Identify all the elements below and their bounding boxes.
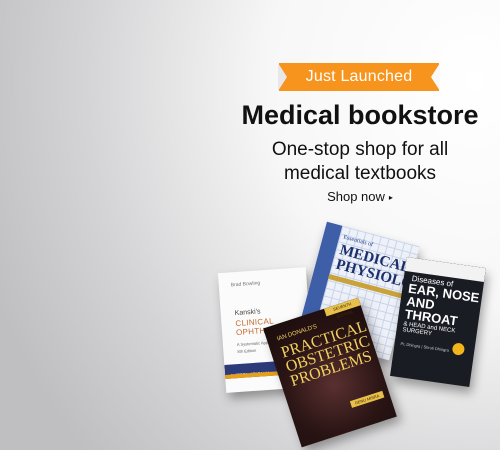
caret-right-icon: ▸: [388, 193, 393, 202]
shop-now-label: Shop now: [327, 189, 385, 204]
book-cover-ent: Diseases of EAR, NOSE AND THROAT & HEAD …: [390, 257, 486, 387]
banner-headline: Medical bookstore: [241, 100, 479, 130]
book-edition: 8th Edition: [237, 347, 257, 355]
ribbon-label: Just Launched: [305, 68, 413, 85]
banner-subline: One-stop shop for all medical textbooks: [271, 139, 449, 184]
book-title-line1: Kanski's: [234, 308, 261, 318]
cover-seal-icon: [451, 342, 466, 356]
book-edition-badge: RENU MISRA: [349, 390, 385, 408]
book-title: PRACTICAL OBSTETRIC PROBLEMS: [279, 318, 374, 391]
book-authors: PL Dhingra | Shruti Dhingra: [400, 341, 450, 353]
shop-now-link[interactable]: Shop now ▸: [310, 189, 410, 204]
promo-banner[interactable]: Just Launched Medical bookstore One-stop…: [0, 0, 500, 450]
book-author: Brad Bowling: [230, 280, 261, 289]
just-launched-ribbon: Just Launched: [278, 63, 440, 91]
